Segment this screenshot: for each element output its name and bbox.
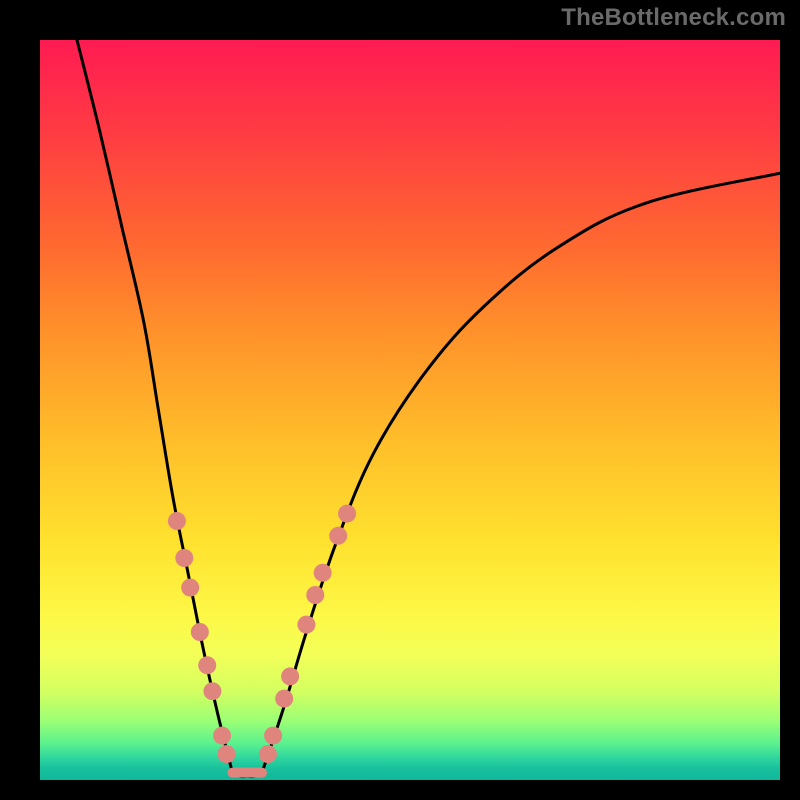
chart-frame: TheBottleneck.com bbox=[0, 0, 800, 800]
marker-dot bbox=[259, 745, 277, 763]
marker-dot bbox=[281, 667, 299, 685]
marker-dot bbox=[168, 512, 186, 530]
marker-dot bbox=[297, 616, 315, 634]
plot-area bbox=[40, 40, 780, 780]
marker-dot bbox=[213, 727, 231, 745]
marker-dots bbox=[168, 505, 356, 763]
marker-dot bbox=[314, 564, 332, 582]
watermark-text: TheBottleneck.com bbox=[561, 4, 786, 32]
right-branch-curve bbox=[262, 173, 780, 772]
marker-dot bbox=[203, 682, 221, 700]
marker-dot bbox=[191, 623, 209, 641]
marker-dot bbox=[181, 579, 199, 597]
marker-dot bbox=[198, 656, 216, 674]
marker-dot bbox=[217, 745, 235, 763]
marker-dot bbox=[264, 727, 282, 745]
marker-dot bbox=[329, 527, 347, 545]
curve-layer bbox=[40, 40, 780, 780]
marker-dot bbox=[175, 549, 193, 567]
marker-dot bbox=[275, 690, 293, 708]
marker-dot bbox=[306, 586, 324, 604]
marker-dot bbox=[338, 505, 356, 523]
